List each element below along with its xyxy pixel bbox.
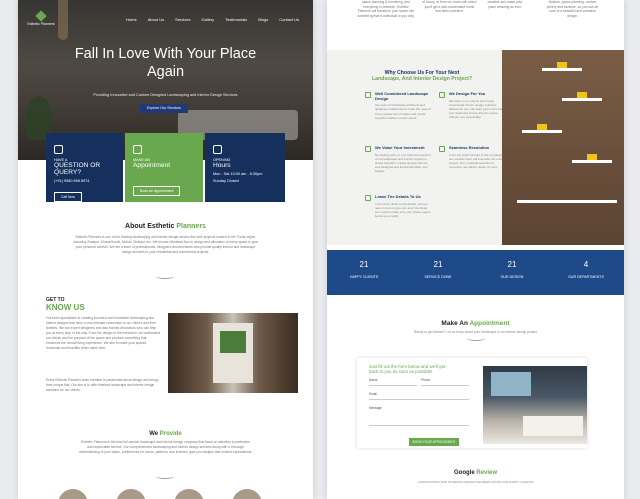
logo-icon bbox=[35, 10, 47, 22]
hero-subtitle: Providing Innovative and Custom Designed… bbox=[93, 93, 238, 97]
stat-service-done: 21 SERVICE DONE bbox=[424, 260, 452, 279]
hero-title: Fall In Love With Your Place Again bbox=[74, 46, 257, 80]
homepage-preview-left: Esthetic Planners Home About Us Services… bbox=[18, 0, 313, 499]
know-us-paragraph-2: Every Esthetic Planners team member is p… bbox=[46, 378, 159, 392]
know-us-paragraph: Our team specializes in creating luxurio… bbox=[46, 316, 161, 350]
service-thumbnail[interactable] bbox=[174, 489, 204, 499]
name-field[interactable]: Name bbox=[369, 378, 417, 386]
book-appointment-submit-button[interactable]: BOOK YOUR APPOINTMENT bbox=[409, 438, 459, 446]
know-us-heading: KNOW US bbox=[46, 303, 85, 312]
nav-item-home[interactable]: Home bbox=[126, 17, 137, 22]
nav-item-testimonials[interactable]: Testimonials bbox=[225, 17, 247, 22]
appointment-subtitle: Ready to get started? Let us know about … bbox=[413, 330, 538, 334]
feature-item: We Design For You We listen to our clien… bbox=[439, 91, 505, 120]
phone-number[interactable]: (+91) 9980 898 8974 bbox=[54, 179, 115, 183]
form-intro: Just fill out the form below and we'll g… bbox=[369, 364, 446, 375]
book-appointment-button[interactable]: Book An Appointment bbox=[133, 186, 181, 196]
divider-swirl-icon bbox=[467, 336, 485, 341]
interior-hallway-image bbox=[168, 313, 298, 393]
nav-item-gallery[interactable]: Gallery bbox=[202, 17, 215, 22]
query-card: HAVE A QUESTION OR QUERY? (+91) 9980 898… bbox=[46, 133, 123, 202]
provide-title: We Provide bbox=[149, 431, 182, 437]
service-thumbnail[interactable] bbox=[58, 489, 88, 499]
why-title: Why Choose Us For Your Next Landscape, A… bbox=[371, 70, 473, 82]
feature-item: Leave The Details To Us It all comes dow… bbox=[365, 194, 431, 218]
clock-icon bbox=[213, 145, 222, 154]
service-thumbnail[interactable] bbox=[232, 489, 262, 499]
call-now-button[interactable]: Call Now bbox=[54, 192, 83, 202]
nav-item-about[interactable]: About Us bbox=[148, 17, 164, 22]
main-nav: Home About Us Services Gallery Testimoni… bbox=[126, 17, 299, 22]
decor-shelf-image bbox=[502, 50, 624, 245]
details-icon bbox=[365, 195, 371, 201]
resolution-icon bbox=[439, 146, 445, 152]
feature-item: Well Considered Landscape Design Our tea… bbox=[365, 91, 431, 120]
phone-field[interactable]: Phone bbox=[421, 378, 469, 386]
hours-card: OPENING Hours Mon - Sat 10:00 am - 6:30p… bbox=[205, 133, 285, 202]
about-title: About Esthetic Planners bbox=[125, 223, 206, 230]
nav-item-blogs[interactable]: Blogs bbox=[258, 17, 268, 22]
appointment-form: Just fill out the form below and we'll g… bbox=[357, 358, 587, 448]
feature-item: We Value Your Investment By working with… bbox=[365, 145, 431, 174]
review-subtitle: LANDSCAPING AND INTERIOR DESIGN REVIEWS … bbox=[417, 480, 534, 484]
stat-departments: 4 OUR DEPARTMENTS bbox=[568, 260, 604, 279]
provide-paragraph: Esthetic Planners is the best full-servi… bbox=[78, 440, 253, 454]
appointment-card: MAKE AN Appointment Book An Appointment bbox=[125, 133, 203, 202]
service-thumbnails bbox=[58, 489, 262, 499]
calendar-icon bbox=[133, 145, 142, 154]
design-icon bbox=[439, 92, 445, 98]
nav-item-services[interactable]: Services bbox=[175, 17, 190, 22]
message-field[interactable]: Message bbox=[369, 406, 469, 426]
about-paragraph: Esthetic Planners is one of the leading … bbox=[73, 235, 258, 254]
divider-swirl-icon bbox=[156, 274, 174, 279]
bedroom-image bbox=[483, 366, 587, 444]
email-field[interactable]: Email bbox=[369, 392, 469, 400]
divider-swirl-icon bbox=[156, 474, 174, 479]
logo-text: Esthetic Planners bbox=[27, 22, 55, 26]
appointment-title: Make An Appointment bbox=[441, 320, 510, 327]
homepage-preview-right: space planning & furnishing, and everyth… bbox=[327, 0, 624, 499]
site-logo[interactable]: Esthetic Planners bbox=[26, 10, 56, 28]
services-continued: space planning & furnishing, and everyth… bbox=[357, 0, 599, 18]
service-thumbnail[interactable] bbox=[116, 489, 146, 499]
review-title: Google Review bbox=[453, 470, 498, 476]
feature-item: Seamless Resolution From the initial con… bbox=[439, 145, 505, 169]
stat-happy-clients: 21 HAPPY CLIENTS bbox=[349, 260, 379, 279]
explore-services-button[interactable]: Explore Our Services bbox=[140, 104, 188, 113]
stat-our-design: 21 OUR DESIGN bbox=[500, 260, 524, 279]
investment-icon bbox=[365, 146, 371, 152]
question-icon bbox=[54, 145, 63, 154]
nav-item-contact[interactable]: Contact Us bbox=[279, 17, 299, 22]
stats-band: 21 HAPPY CLIENTS 21 SERVICE DONE 21 OUR … bbox=[327, 250, 624, 295]
leaf-icon bbox=[365, 92, 371, 98]
